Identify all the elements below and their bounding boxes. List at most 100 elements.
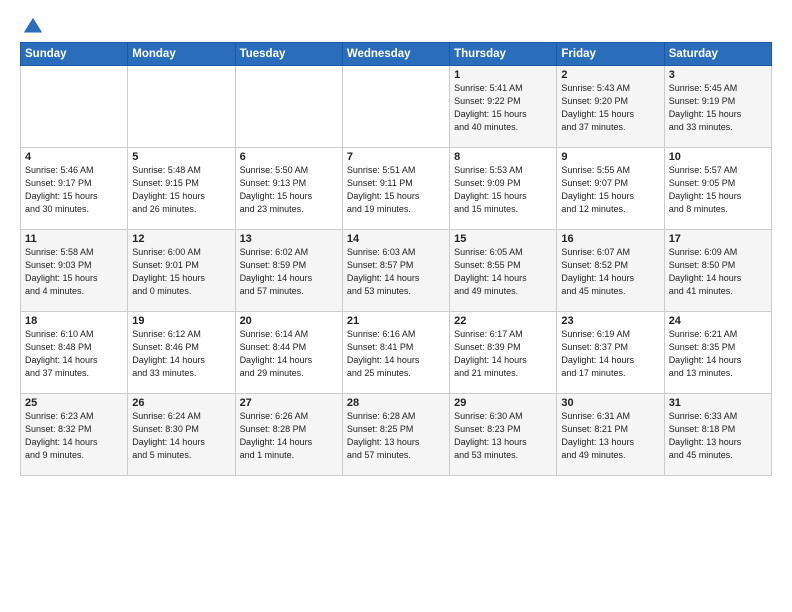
day-info: Sunrise: 5:46 AM Sunset: 9:17 PM Dayligh… [25,164,123,216]
header [20,16,772,34]
logo [20,16,44,34]
day-cell: 20Sunrise: 6:14 AM Sunset: 8:44 PM Dayli… [235,312,342,394]
day-cell: 15Sunrise: 6:05 AM Sunset: 8:55 PM Dayli… [450,230,557,312]
week-row-5: 25Sunrise: 6:23 AM Sunset: 8:32 PM Dayli… [21,394,772,476]
day-number: 6 [240,151,338,163]
day-number: 21 [347,315,445,327]
day-number: 22 [454,315,552,327]
day-number: 3 [669,69,767,81]
day-cell: 10Sunrise: 5:57 AM Sunset: 9:05 PM Dayli… [664,148,771,230]
day-cell: 1Sunrise: 5:41 AM Sunset: 9:22 PM Daylig… [450,66,557,148]
day-cell: 3Sunrise: 5:45 AM Sunset: 9:19 PM Daylig… [664,66,771,148]
day-number: 1 [454,69,552,81]
calendar-table: SundayMondayTuesdayWednesdayThursdayFrid… [20,42,772,476]
day-number: 18 [25,315,123,327]
day-info: Sunrise: 6:26 AM Sunset: 8:28 PM Dayligh… [240,410,338,462]
weekday-header-monday: Monday [128,43,235,66]
day-info: Sunrise: 6:00 AM Sunset: 9:01 PM Dayligh… [132,246,230,298]
day-number: 5 [132,151,230,163]
day-cell: 27Sunrise: 6:26 AM Sunset: 8:28 PM Dayli… [235,394,342,476]
day-number: 23 [561,315,659,327]
day-number: 13 [240,233,338,245]
day-cell: 26Sunrise: 6:24 AM Sunset: 8:30 PM Dayli… [128,394,235,476]
day-number: 19 [132,315,230,327]
page: SundayMondayTuesdayWednesdayThursdayFrid… [0,0,792,612]
day-info: Sunrise: 6:10 AM Sunset: 8:48 PM Dayligh… [25,328,123,380]
day-number: 28 [347,397,445,409]
day-number: 25 [25,397,123,409]
day-number: 31 [669,397,767,409]
day-number: 27 [240,397,338,409]
day-info: Sunrise: 6:21 AM Sunset: 8:35 PM Dayligh… [669,328,767,380]
day-info: Sunrise: 6:17 AM Sunset: 8:39 PM Dayligh… [454,328,552,380]
week-row-2: 4Sunrise: 5:46 AM Sunset: 9:17 PM Daylig… [21,148,772,230]
day-info: Sunrise: 5:48 AM Sunset: 9:15 PM Dayligh… [132,164,230,216]
weekday-header-saturday: Saturday [664,43,771,66]
day-number: 9 [561,151,659,163]
day-number: 17 [669,233,767,245]
day-cell: 18Sunrise: 6:10 AM Sunset: 8:48 PM Dayli… [21,312,128,394]
day-cell: 29Sunrise: 6:30 AM Sunset: 8:23 PM Dayli… [450,394,557,476]
day-number: 12 [132,233,230,245]
day-cell: 11Sunrise: 5:58 AM Sunset: 9:03 PM Dayli… [21,230,128,312]
day-number: 15 [454,233,552,245]
logo-icon [22,16,44,38]
day-info: Sunrise: 6:07 AM Sunset: 8:52 PM Dayligh… [561,246,659,298]
day-info: Sunrise: 6:30 AM Sunset: 8:23 PM Dayligh… [454,410,552,462]
day-number: 29 [454,397,552,409]
week-row-1: 1Sunrise: 5:41 AM Sunset: 9:22 PM Daylig… [21,66,772,148]
day-cell: 6Sunrise: 5:50 AM Sunset: 9:13 PM Daylig… [235,148,342,230]
day-info: Sunrise: 5:51 AM Sunset: 9:11 PM Dayligh… [347,164,445,216]
day-info: Sunrise: 5:58 AM Sunset: 9:03 PM Dayligh… [25,246,123,298]
week-row-4: 18Sunrise: 6:10 AM Sunset: 8:48 PM Dayli… [21,312,772,394]
day-cell [21,66,128,148]
day-info: Sunrise: 6:05 AM Sunset: 8:55 PM Dayligh… [454,246,552,298]
day-cell: 21Sunrise: 6:16 AM Sunset: 8:41 PM Dayli… [342,312,449,394]
weekday-header-wednesday: Wednesday [342,43,449,66]
day-info: Sunrise: 5:53 AM Sunset: 9:09 PM Dayligh… [454,164,552,216]
day-number: 14 [347,233,445,245]
day-info: Sunrise: 6:09 AM Sunset: 8:50 PM Dayligh… [669,246,767,298]
weekday-header-sunday: Sunday [21,43,128,66]
day-info: Sunrise: 5:43 AM Sunset: 9:20 PM Dayligh… [561,82,659,134]
day-info: Sunrise: 6:12 AM Sunset: 8:46 PM Dayligh… [132,328,230,380]
day-cell [128,66,235,148]
day-info: Sunrise: 5:57 AM Sunset: 9:05 PM Dayligh… [669,164,767,216]
day-info: Sunrise: 6:33 AM Sunset: 8:18 PM Dayligh… [669,410,767,462]
weekday-header-row: SundayMondayTuesdayWednesdayThursdayFrid… [21,43,772,66]
day-info: Sunrise: 6:28 AM Sunset: 8:25 PM Dayligh… [347,410,445,462]
day-info: Sunrise: 6:03 AM Sunset: 8:57 PM Dayligh… [347,246,445,298]
day-number: 24 [669,315,767,327]
day-cell: 25Sunrise: 6:23 AM Sunset: 8:32 PM Dayli… [21,394,128,476]
day-cell: 28Sunrise: 6:28 AM Sunset: 8:25 PM Dayli… [342,394,449,476]
day-cell: 22Sunrise: 6:17 AM Sunset: 8:39 PM Dayli… [450,312,557,394]
day-cell [342,66,449,148]
day-info: Sunrise: 5:55 AM Sunset: 9:07 PM Dayligh… [561,164,659,216]
day-cell: 8Sunrise: 5:53 AM Sunset: 9:09 PM Daylig… [450,148,557,230]
day-number: 11 [25,233,123,245]
day-info: Sunrise: 6:23 AM Sunset: 8:32 PM Dayligh… [25,410,123,462]
day-cell: 4Sunrise: 5:46 AM Sunset: 9:17 PM Daylig… [21,148,128,230]
day-number: 20 [240,315,338,327]
day-cell: 5Sunrise: 5:48 AM Sunset: 9:15 PM Daylig… [128,148,235,230]
day-info: Sunrise: 6:19 AM Sunset: 8:37 PM Dayligh… [561,328,659,380]
day-cell: 13Sunrise: 6:02 AM Sunset: 8:59 PM Dayli… [235,230,342,312]
day-info: Sunrise: 5:50 AM Sunset: 9:13 PM Dayligh… [240,164,338,216]
day-info: Sunrise: 6:16 AM Sunset: 8:41 PM Dayligh… [347,328,445,380]
day-number: 16 [561,233,659,245]
weekday-header-friday: Friday [557,43,664,66]
day-cell: 7Sunrise: 5:51 AM Sunset: 9:11 PM Daylig… [342,148,449,230]
day-cell: 30Sunrise: 6:31 AM Sunset: 8:21 PM Dayli… [557,394,664,476]
day-cell: 12Sunrise: 6:00 AM Sunset: 9:01 PM Dayli… [128,230,235,312]
day-cell: 2Sunrise: 5:43 AM Sunset: 9:20 PM Daylig… [557,66,664,148]
day-info: Sunrise: 5:41 AM Sunset: 9:22 PM Dayligh… [454,82,552,134]
day-number: 4 [25,151,123,163]
day-info: Sunrise: 6:31 AM Sunset: 8:21 PM Dayligh… [561,410,659,462]
day-cell [235,66,342,148]
day-info: Sunrise: 5:45 AM Sunset: 9:19 PM Dayligh… [669,82,767,134]
day-number: 2 [561,69,659,81]
day-cell: 9Sunrise: 5:55 AM Sunset: 9:07 PM Daylig… [557,148,664,230]
day-cell: 24Sunrise: 6:21 AM Sunset: 8:35 PM Dayli… [664,312,771,394]
day-cell: 14Sunrise: 6:03 AM Sunset: 8:57 PM Dayli… [342,230,449,312]
day-number: 30 [561,397,659,409]
